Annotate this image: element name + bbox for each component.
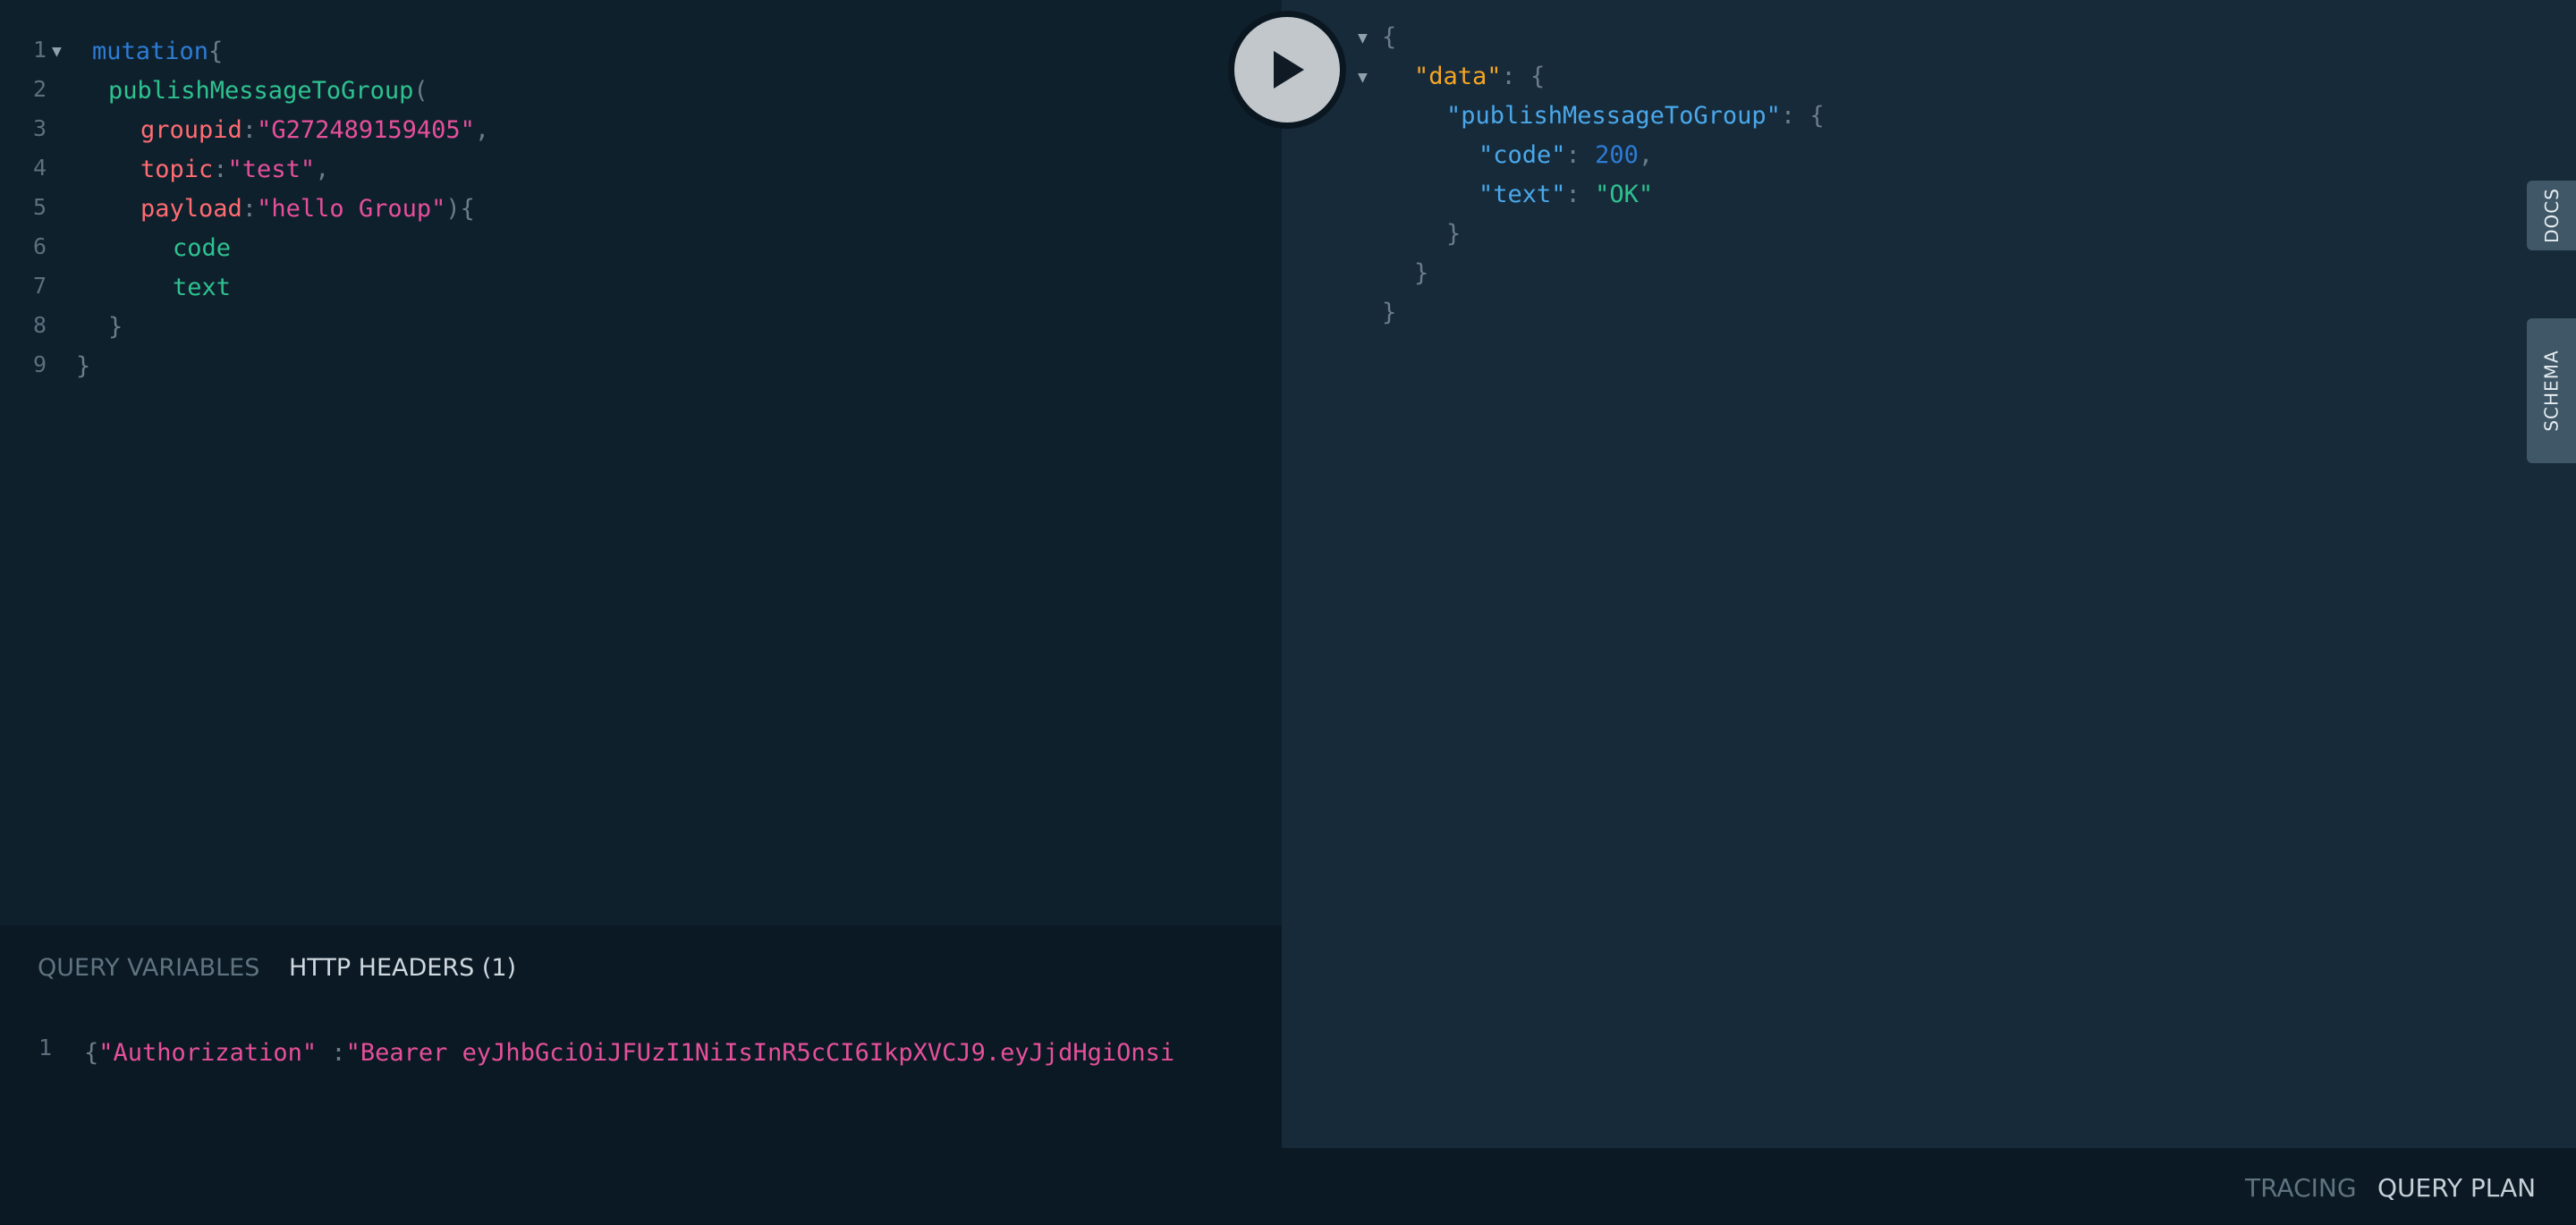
docs-tab[interactable]: DOCS [2527,181,2576,250]
punct: } [108,313,123,341]
play-icon [1274,51,1304,89]
keyword-mutation: mutation [92,38,209,65]
line-number: 5 [32,194,47,220]
json-line: } [1414,254,1428,293]
json-line: "data": { [1414,57,1545,97]
field-name: publishMessageToGroup [108,77,414,105]
field-name: text [173,274,232,301]
punct: } [76,352,91,380]
punct: : [213,156,228,183]
json-number: 200 [1595,141,1639,169]
json-line: } [1446,215,1461,254]
tab-http-headers[interactable]: HTTP HEADERS (1) [289,954,516,982]
json-line: "code": 200, [1479,136,1653,175]
punct: } [1446,220,1462,248]
json-key: "code" [1479,141,1566,169]
result-pane[interactable]: ▼ ▼ { "data": { "publishMessageToGroup":… [1282,0,2576,1148]
code-line: publishMessageToGroup( [108,72,428,111]
code-line: text [173,268,231,308]
json-key: "text" [1479,181,1566,208]
line-number: 9 [32,351,47,377]
line-number: 1 [32,37,47,63]
line-number: 3 [32,115,47,141]
json-key-data: "data" [1414,63,1502,90]
field-name: code [173,234,232,262]
json-line: "publishMessageToGroup": { [1446,97,1825,136]
punct: } [1382,299,1397,326]
json-key: "publishMessageToGroup" [1446,102,1781,130]
line-number: 4 [32,155,47,181]
punct: ){ [445,195,475,223]
code-line: code [173,229,231,268]
punct: } [1414,259,1429,287]
fold-arrow-icon[interactable]: ▼ [1358,68,1368,87]
code-line: } [76,347,90,386]
punct: { [1382,23,1397,51]
line-number: 1 [38,1035,52,1060]
code-line: payload:"hello Group"){ [140,190,475,229]
query-editor[interactable]: 1 ▼ 2 3 4 5 6 7 8 9 mutation{ publishMes… [0,0,1282,925]
json-string: "OK" [1595,181,1654,208]
punct: : [317,1039,346,1067]
punct: { [84,1039,99,1067]
fold-arrow-icon[interactable]: ▼ [52,42,62,61]
variables-headers-panel: QUERY VARIABLES HTTP HEADERS (1) 1 {"Aut… [0,925,1282,1225]
line-number: 8 [32,312,47,338]
punct: { [208,38,224,65]
schema-tab-label: SCHEMA [2540,350,2563,432]
line-number: 2 [32,76,47,102]
punct: : { [1780,102,1825,130]
argument-name: topic [140,156,214,183]
punct: : [242,195,258,223]
argument-name: payload [140,195,242,223]
query-plan-tab[interactable]: QUERY PLAN [2377,1173,2536,1203]
result-footer: TRACING QUERY PLAN [1282,1148,2576,1225]
punct: , [315,156,330,183]
punct: , [1638,141,1654,169]
schema-tab[interactable]: SCHEMA [2527,318,2576,463]
json-line: { [1382,18,1396,57]
json-line: } [1382,293,1396,333]
line-number: 6 [32,233,47,259]
argument-name: groupid [140,116,242,144]
headers-editor[interactable]: {"Authorization" :"Bearer eyJhbGciOiJFUz… [84,1034,1282,1073]
string-value: "test" [227,156,316,183]
punct: : [242,116,258,144]
tab-query-variables[interactable]: QUERY VARIABLES [38,954,259,982]
run-button-face[interactable] [1234,17,1340,122]
line-number: 7 [32,273,47,299]
json-line: "text": "OK" [1479,175,1653,215]
string-value: "hello Group" [257,195,446,223]
punct: ( [413,77,428,105]
fold-arrow-icon[interactable]: ▼ [1358,29,1368,47]
code-line: groupid:"G272489159405", [140,111,489,150]
docs-tab-label: DOCS [2540,188,2563,243]
tracing-tab[interactable]: TRACING [2245,1173,2357,1203]
run-query-button[interactable] [1228,11,1346,129]
code-line: } [108,308,123,347]
punct: : [1565,181,1596,208]
code-line: mutation{ [92,32,223,72]
punct: , [474,116,490,144]
header-value: "Bearer eyJhbGciOiJFUzI1NiIsInR5cCI6IkpX… [345,1039,1175,1067]
header-key: "Authorization" [98,1039,318,1067]
code-line: topic:"test", [140,150,329,190]
punct: : { [1501,63,1546,90]
punct: : [1565,141,1596,169]
string-value: "G272489159405" [257,116,475,144]
